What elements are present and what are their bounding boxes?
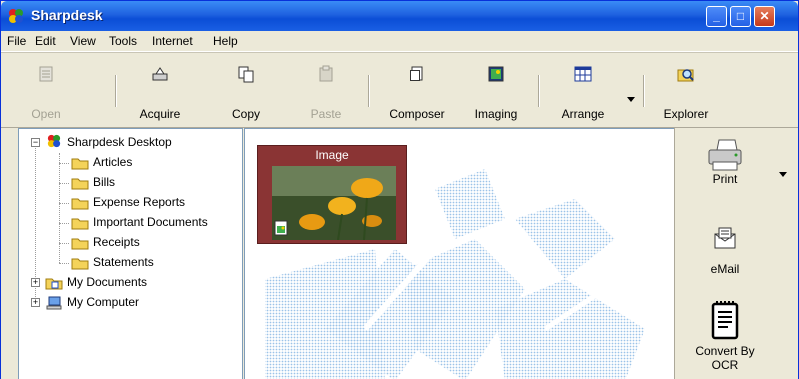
tree-item-statements[interactable]: Statements — [19, 253, 239, 273]
arrange-icon — [574, 66, 592, 82]
menu-file[interactable]: File — [7, 34, 26, 48]
window-title: Sharpdesk — [31, 7, 103, 23]
tree-item-expense-reports[interactable]: Expense Reports — [19, 193, 239, 213]
open-button[interactable]: Open — [17, 53, 75, 125]
thumbnail-title: Image — [315, 148, 349, 162]
tree-item-my-documents[interactable]: + My Documents — [19, 273, 239, 293]
paste-label: Paste — [310, 107, 342, 121]
tree-item-bills[interactable]: Bills — [19, 173, 239, 193]
sharpdesk-desktop-icon — [47, 134, 61, 148]
convert-by-ocr-button[interactable]: Convert By OCR — [675, 300, 775, 372]
arrange-dropdown-arrow-icon[interactable] — [627, 97, 635, 103]
folder-icon — [71, 158, 89, 170]
main-toolbar: Open Acquire Copy Paste Composer Imaging… — [1, 52, 798, 128]
flower-photo-thumbnail — [272, 166, 396, 240]
explorer-label: Explorer — [663, 107, 709, 121]
maximize-button[interactable]: □ — [730, 6, 751, 27]
open-document-icon — [39, 66, 53, 82]
ocr-label: Convert By OCR — [695, 344, 755, 372]
copy-icon — [238, 66, 254, 83]
imaging-icon — [488, 66, 504, 82]
tree-item-important-documents[interactable]: Important Documents — [19, 213, 239, 233]
ocr-document-icon — [711, 301, 739, 340]
imaging-label: Imaging — [474, 107, 518, 121]
menu-edit[interactable]: Edit — [35, 34, 56, 48]
printer-icon — [708, 139, 742, 171]
sharpdesk-app-icon — [9, 9, 23, 23]
minimize-button[interactable]: _ — [706, 6, 727, 27]
image-thumbnail[interactable]: Image — [257, 145, 407, 244]
close-button[interactable]: ✕ — [754, 6, 775, 27]
composer-icon — [410, 66, 423, 81]
folder-icon — [71, 218, 89, 230]
acquire-button[interactable]: Acquire — [127, 53, 193, 125]
composer-button[interactable]: Composer — [379, 53, 455, 125]
explorer-button[interactable]: Explorer — [653, 53, 719, 125]
collapse-toggle[interactable]: − — [31, 138, 40, 147]
copy-label: Copy — [231, 107, 260, 121]
open-label: Open — [31, 107, 61, 121]
scanner-icon — [152, 67, 168, 81]
left-gutter — [2, 128, 16, 379]
tree-label: Expense Reports — [93, 195, 186, 209]
desktop-content-area[interactable]: Image — [244, 128, 675, 379]
toolbar-separator — [115, 75, 117, 107]
tree-label: Important Documents — [93, 215, 208, 229]
folder-icon — [71, 178, 89, 190]
tree-item-articles[interactable]: Articles — [19, 153, 239, 173]
my-computer-icon — [46, 296, 62, 310]
folder-tree: − Sharpdesk Desktop Articles Bills Expen… — [18, 128, 243, 379]
email-label: eMail — [710, 262, 740, 276]
output-tools-panel: Print eMail Convert By OCR — [674, 128, 798, 379]
paste-icon — [319, 65, 333, 82]
my-documents-icon — [45, 278, 63, 290]
tree-label: Receipts — [93, 235, 140, 249]
print-button[interactable]: Print — [675, 138, 775, 186]
menu-view[interactable]: View — [70, 34, 96, 48]
tree-item-receipts[interactable]: Receipts — [19, 233, 239, 253]
tree-label: Sharpdesk Desktop — [67, 135, 172, 149]
tree-item-my-computer[interactable]: + My Computer — [19, 293, 239, 313]
print-label: Print — [712, 172, 738, 186]
menu-help[interactable]: Help — [213, 34, 238, 48]
email-icon — [714, 227, 736, 249]
arrange-label: Arrange — [561, 107, 605, 121]
sharpdesk-window: Sharpdesk _ □ ✕ File Edit View Tools Int… — [0, 0, 799, 379]
folder-icon — [71, 238, 89, 250]
folder-icon — [71, 258, 89, 270]
toolbar-separator — [538, 75, 540, 107]
menu-tools[interactable]: Tools — [109, 34, 137, 48]
folder-icon — [71, 198, 89, 210]
email-button[interactable]: eMail — [675, 226, 775, 276]
print-dropdown-arrow-icon[interactable] — [779, 172, 787, 178]
tree-label: Statements — [93, 255, 154, 269]
copy-button[interactable]: Copy — [215, 53, 277, 125]
imaging-button[interactable]: Imaging — [463, 53, 529, 125]
title-bar[interactable]: Sharpdesk _ □ ✕ — [1, 1, 798, 31]
expand-toggle[interactable]: + — [31, 278, 40, 287]
expand-toggle[interactable]: + — [31, 298, 40, 307]
tree-label: My Computer — [67, 295, 140, 309]
tree-item-sharpdesk-desktop[interactable]: − Sharpdesk Desktop — [19, 133, 239, 153]
acquire-label: Acquire — [139, 107, 181, 121]
paste-button[interactable]: Paste — [295, 53, 357, 125]
tree-label: My Documents — [67, 275, 148, 289]
arrange-button[interactable]: Arrange — [549, 53, 617, 125]
image-file-type-icon — [274, 220, 288, 236]
explorer-icon — [677, 69, 694, 82]
toolbar-separator — [643, 75, 645, 107]
menu-bar: File Edit View Tools Internet Help — [1, 31, 798, 52]
tree-label: Bills — [93, 175, 116, 189]
composer-label: Composer — [389, 107, 445, 121]
tree-label: Articles — [93, 155, 133, 169]
menu-internet[interactable]: Internet — [152, 34, 193, 48]
toolbar-separator — [368, 75, 370, 107]
